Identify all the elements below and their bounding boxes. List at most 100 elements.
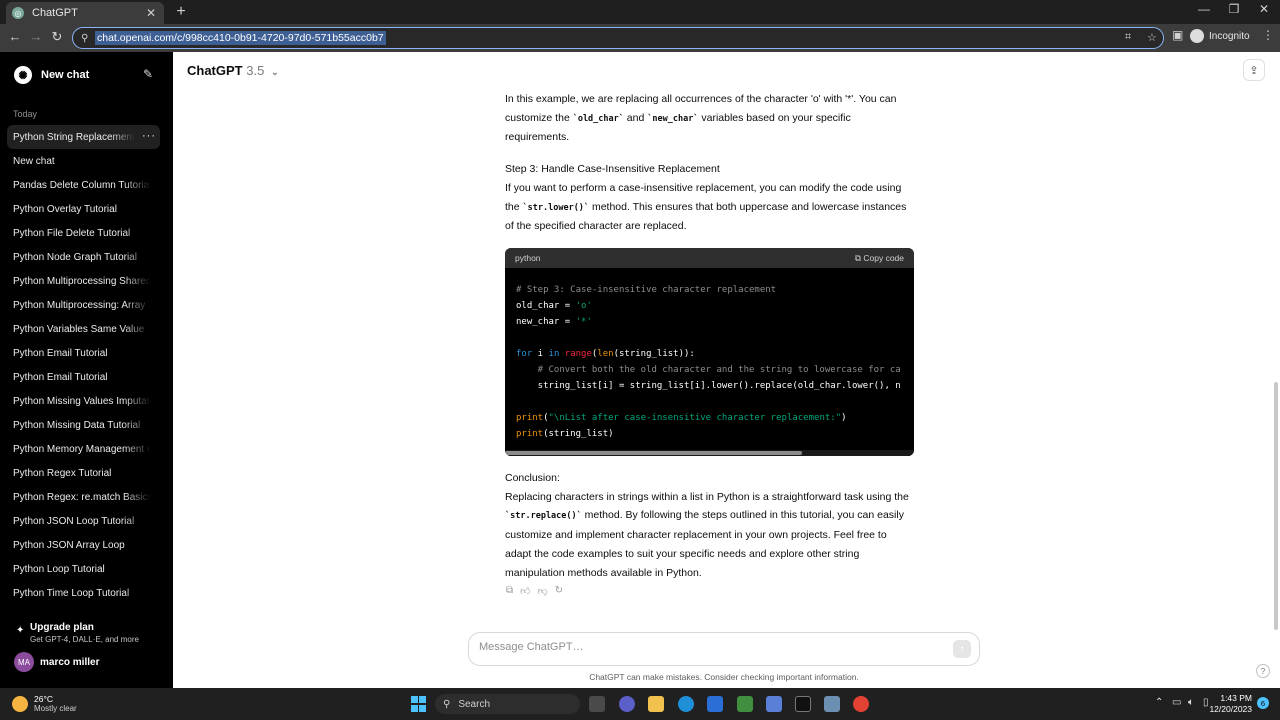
new-tab-button[interactable]: + [172, 3, 190, 21]
reload-icon[interactable]: ↻ [48, 29, 66, 45]
incognito-eye-icon[interactable]: ⌗ [1125, 31, 1131, 44]
history-item[interactable]: Python File Delete Tutorial [7, 221, 160, 245]
history-item[interactable]: Python Variables Same Value [7, 317, 160, 341]
chrome-icon[interactable] [853, 696, 869, 712]
history-item-label: Python Regex Tutorial [13, 467, 112, 479]
upgrade-title: Upgrade plan [30, 622, 94, 633]
history-item-label: Python JSON Array Loop [13, 539, 125, 551]
history-item[interactable]: Python Regex: re.match Basics [7, 485, 160, 509]
history-item-label: New chat [13, 155, 55, 167]
code-token: in [548, 349, 560, 359]
network-icon[interactable]: ▭ [1172, 697, 1181, 708]
bookmark-star-icon[interactable]: ☆ [1147, 31, 1157, 44]
message-input[interactable] [479, 641, 939, 653]
edge-browser-icon[interactable] [678, 696, 694, 712]
excel-icon[interactable] [737, 696, 753, 712]
tab-title: ChatGPT [32, 7, 78, 19]
upgrade-plan-button[interactable]: ✦ Upgrade plan Get GPT-4, DALL·E, and mo… [16, 622, 139, 644]
url-text[interactable]: chat.openai.com/c/998cc410-0b91-4720-97d… [95, 31, 386, 45]
address-bar[interactable]: ⚲ chat.openai.com/c/998cc410-0b91-4720-9… [72, 27, 1164, 49]
more-options-icon[interactable]: ··· [142, 130, 156, 142]
history-item[interactable]: Python Email Tutorial [7, 365, 160, 389]
new-chat-label: New chat [41, 69, 90, 81]
history-item[interactable]: Python Multiprocessing: Array Tu [7, 293, 160, 317]
copy-icon[interactable]: ⧉ [506, 585, 513, 597]
regenerate-icon[interactable]: ↻ [555, 585, 563, 597]
history-item[interactable]: Python Time Loop Tutorial [7, 581, 160, 605]
help-button[interactable]: ? [1256, 664, 1270, 678]
chat-history-list: Python String Replacement T ··· New chat … [7, 125, 160, 605]
main-scrollbar[interactable] [1274, 382, 1278, 630]
code-scrollbar-thumb[interactable] [505, 451, 802, 455]
incognito-profile[interactable]: Incognito [1190, 29, 1250, 43]
avatar: MA [14, 652, 34, 672]
tab-close-icon[interactable]: ✕ [144, 6, 158, 20]
compose-icon[interactable]: ✎ [143, 67, 153, 81]
model-name: ChatGPT [187, 63, 243, 78]
thumbs-up-icon[interactable]: 👍︎ [520, 585, 530, 597]
copy-code-button[interactable]: ⧉ Copy code [855, 253, 904, 264]
code-token: print [516, 413, 544, 423]
history-item-label: Python Regex: re.match Basics [13, 491, 151, 503]
share-icon: ⇪ [1249, 64, 1259, 77]
history-item[interactable]: Python JSON Array Loop [7, 533, 160, 557]
terminal-icon[interactable] [795, 696, 811, 712]
control-panel-icon[interactable] [824, 696, 840, 712]
code-token: len [597, 349, 614, 359]
code-scrollbar[interactable] [505, 450, 914, 456]
restore-icon[interactable]: ❐ [1224, 2, 1244, 16]
close-window-icon[interactable]: ✕ [1254, 2, 1274, 16]
code-token: ) [841, 413, 847, 423]
code-token: i [532, 349, 549, 359]
minimize-icon[interactable]: — [1194, 2, 1214, 16]
thumbs-down-icon[interactable]: 👎︎ [538, 585, 548, 597]
new-chat-button[interactable]: ✺ New chat [14, 66, 89, 84]
history-item[interactable]: Pandas Delete Column Tutorial [7, 173, 160, 197]
history-item[interactable]: Python Missing Values Imputatio [7, 389, 160, 413]
history-item[interactable]: Python Multiprocessing Shared A [7, 269, 160, 293]
browser-tab-bar: ◎ ChatGPT ✕ + — ❐ ✕ [0, 0, 1280, 24]
taskbar-search[interactable]: ⚲ Search [435, 694, 580, 714]
history-item-label: Python Email Tutorial [13, 371, 108, 383]
weather-widget[interactable]: 26°C Mostly clear [12, 694, 77, 713]
store-icon[interactable] [707, 696, 723, 712]
user-menu[interactable]: MA marco miller [14, 652, 99, 672]
history-item-label: Pandas Delete Column Tutorial [13, 179, 151, 191]
history-item-label: Python Memory Management Gu [13, 443, 151, 455]
code-token: (string_list) [543, 429, 614, 439]
history-item[interactable]: Python Missing Data Tutorial [7, 413, 160, 437]
side-panel-icon[interactable]: ▣ [1172, 28, 1183, 42]
back-icon[interactable]: ← [6, 29, 24, 44]
history-item[interactable]: Python Overlay Tutorial [7, 197, 160, 221]
notification-badge[interactable]: 6 [1257, 697, 1269, 709]
share-button[interactable]: ⇪ [1243, 59, 1265, 81]
history-item[interactable]: Python Loop Tutorial [7, 557, 160, 581]
history-item[interactable]: Python Email Tutorial [7, 341, 160, 365]
code-content[interactable]: # Step 3: Case-insensitive character rep… [505, 268, 914, 450]
history-item[interactable]: Python Node Graph Tutorial [7, 245, 160, 269]
model-selector[interactable]: ChatGPT 3.5 ⌄ [187, 63, 279, 78]
vscode-icon[interactable] [766, 696, 782, 712]
system-clock[interactable]: 1:43 PM 12/20/2023 [1208, 693, 1252, 715]
history-item-active[interactable]: Python String Replacement T ··· [7, 125, 160, 149]
history-item[interactable]: Python JSON Loop Tutorial [7, 509, 160, 533]
task-view-icon[interactable] [589, 696, 605, 712]
copy-code-label: Copy code [863, 252, 904, 263]
browser-menu-icon[interactable]: ⋮ [1262, 28, 1274, 42]
history-item[interactable]: Python Regex Tutorial [7, 461, 160, 485]
chat-app-icon[interactable] [619, 696, 635, 712]
paragraph: In this example, we are replacing all oc… [505, 90, 915, 147]
history-item[interactable]: Python Memory Management Gu [7, 437, 160, 461]
model-version: 3.5 [246, 63, 265, 78]
site-info-icon[interactable]: ⚲ [81, 33, 93, 44]
send-button[interactable]: ↑ [953, 640, 971, 658]
text: and [623, 111, 648, 124]
start-button-icon[interactable] [411, 696, 427, 712]
history-item[interactable]: New chat [7, 149, 160, 173]
browser-tab[interactable]: ◎ ChatGPT ✕ [6, 2, 164, 24]
forward-icon[interactable]: → [27, 29, 45, 44]
assistant-message-conclusion: Conclusion: Replacing characters in stri… [505, 469, 915, 582]
volume-icon[interactable]: 🔈︎ [1188, 697, 1194, 708]
tray-chevron-up-icon[interactable]: ⌃ [1155, 697, 1163, 708]
file-explorer-icon[interactable] [648, 696, 664, 712]
